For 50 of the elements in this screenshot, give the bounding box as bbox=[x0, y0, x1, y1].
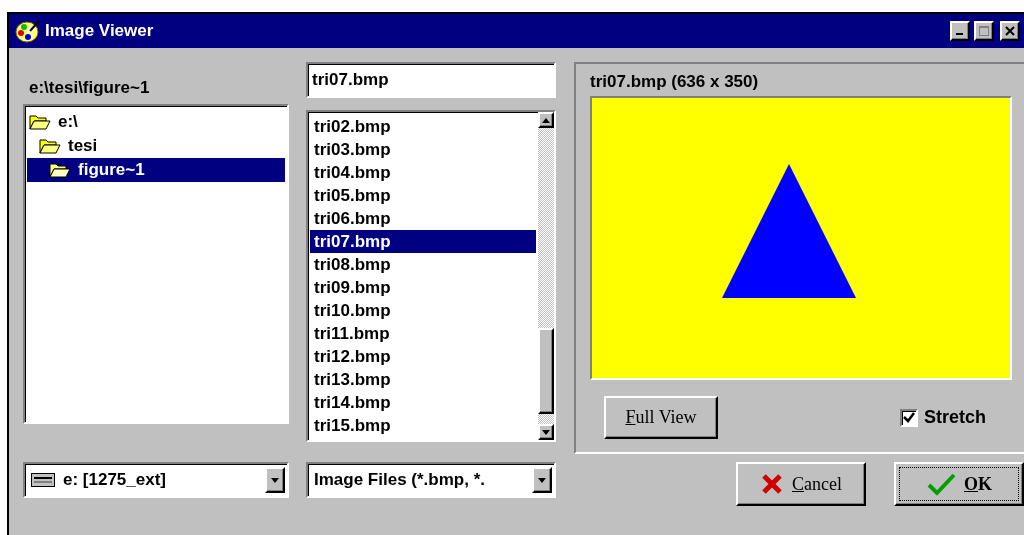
folder-icon bbox=[39, 138, 61, 154]
folder-tree-item[interactable]: e:\ bbox=[27, 110, 285, 134]
cancel-button[interactable]: Cancel bbox=[736, 462, 866, 506]
file-type-dropdown[interactable]: Image Files (*.bmp, *. bbox=[306, 462, 556, 498]
file-list-item[interactable]: tri06.bmp bbox=[310, 207, 536, 230]
file-list-item[interactable]: tri05.bmp bbox=[310, 184, 536, 207]
drive-icon bbox=[31, 473, 55, 487]
dropdown-button[interactable] bbox=[532, 467, 552, 493]
stretch-checkbox[interactable]: Stretch bbox=[900, 407, 986, 428]
minimize-button[interactable] bbox=[950, 21, 970, 41]
close-button[interactable] bbox=[1000, 21, 1020, 41]
maximize-icon bbox=[979, 26, 989, 36]
file-list-item[interactable]: tri11.bmp bbox=[310, 322, 536, 345]
file-list-item[interactable]: tri04.bmp bbox=[310, 161, 536, 184]
maximize-button[interactable] bbox=[974, 21, 994, 41]
file-list-item[interactable]: tri14.bmp bbox=[310, 391, 536, 414]
file-list-item[interactable]: tri02.bmp bbox=[310, 115, 536, 138]
palette-icon bbox=[15, 18, 41, 44]
folder-icon bbox=[29, 114, 51, 130]
dropdown-button[interactable] bbox=[265, 467, 285, 493]
file-list-item[interactable]: tri03.bmp bbox=[310, 138, 536, 161]
down-arrow-icon bbox=[538, 477, 546, 483]
scroll-down-button[interactable] bbox=[538, 424, 554, 440]
folder-icon bbox=[49, 162, 71, 178]
check-icon bbox=[926, 472, 956, 496]
directory-path: e:\tesi\figure~1 bbox=[28, 77, 151, 99]
folder-tree-item[interactable]: figure~1 bbox=[27, 158, 285, 182]
preview-caption: tri07.bmp (636 x 350) bbox=[590, 72, 760, 93]
up-arrow-icon bbox=[542, 117, 550, 123]
scrollbar[interactable] bbox=[538, 112, 554, 440]
file-list-item[interactable]: tri09.bmp bbox=[310, 276, 536, 299]
cross-icon bbox=[760, 472, 784, 496]
file-list-item[interactable]: tri12.bmp bbox=[310, 345, 536, 368]
close-icon bbox=[1005, 26, 1015, 36]
down-arrow-icon bbox=[271, 477, 279, 483]
file-list-item[interactable]: tri13.bmp bbox=[310, 368, 536, 391]
file-list-item[interactable]: tri15.bmp bbox=[310, 414, 536, 437]
file-list-item[interactable]: tri10.bmp bbox=[310, 299, 536, 322]
file-list-item[interactable]: tri08.bmp bbox=[310, 253, 536, 276]
down-arrow-icon bbox=[542, 429, 550, 435]
scroll-thumb[interactable] bbox=[538, 328, 554, 414]
drive-dropdown[interactable]: e: [1275_ext] bbox=[23, 462, 289, 498]
check-icon bbox=[903, 411, 915, 424]
ok-button[interactable]: OK bbox=[894, 462, 1024, 506]
window-title: Image Viewer bbox=[45, 21, 155, 41]
file-list-item[interactable]: tri07.bmp bbox=[310, 230, 536, 253]
file-name-field[interactable]: tri07.bmp bbox=[306, 62, 556, 98]
folder-tree-item[interactable]: tesi bbox=[27, 134, 285, 158]
scroll-up-button[interactable] bbox=[538, 112, 554, 128]
full-view-button[interactable]: Full View bbox=[604, 396, 718, 439]
